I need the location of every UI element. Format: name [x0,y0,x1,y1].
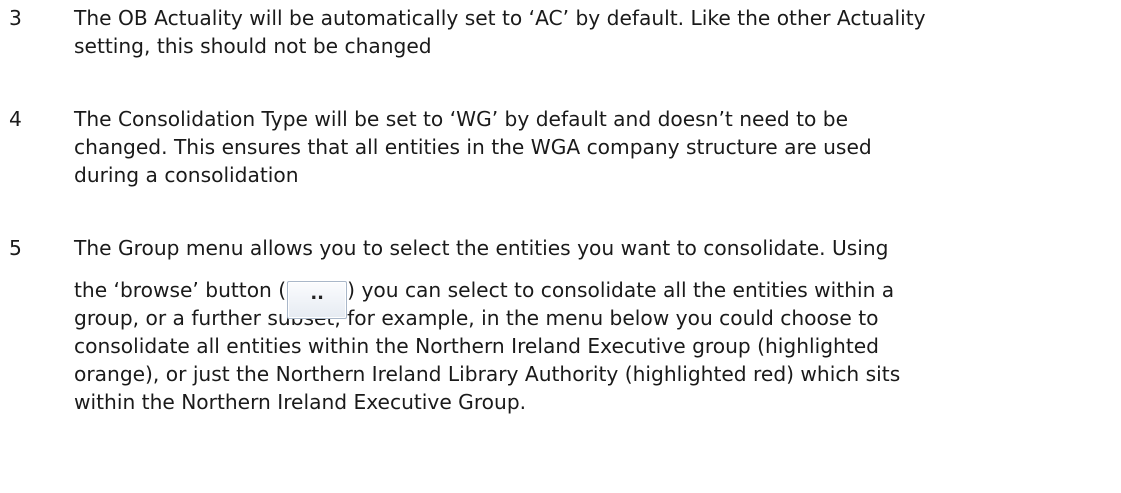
browse-button[interactable]: .. [287,281,348,319]
item-number: 4 [9,107,22,131]
item-text: The Consolidation Type will be set to ‘W… [74,105,1119,189]
text-fragment: the ‘browse’ button ( [74,278,287,302]
text-line: orange), or just the Northern Ireland Li… [74,362,901,386]
text-line: within the Northern Ireland Executive Gr… [74,390,527,414]
item-number: 3 [9,6,22,30]
text-line: group, or a further subset, for example,… [74,306,879,330]
text-line: The Group menu allows you to select the … [74,236,889,260]
text-line: changed. This ensures that all entities … [74,135,872,159]
text-line: The OB Actuality will be automatically s… [74,6,926,30]
text-line: The Consolidation Type will be set to ‘W… [74,107,849,131]
item-text: The Group menu allows you to select the … [74,234,1119,416]
text-line: consolidate all entities within the Nort… [74,334,879,358]
text-line: during a consolidation [74,163,299,187]
text-line: setting, this should not be changed [74,34,432,58]
document-page: 3 The OB Actuality will be automatically… [0,0,1121,493]
text-fragment: ) you can select to consolidate all the … [347,278,895,302]
browse-sentence: the ‘browse’ button (..) you can select … [74,276,1119,319]
item-text: The OB Actuality will be automatically s… [74,4,1119,60]
item-number: 5 [9,236,22,260]
